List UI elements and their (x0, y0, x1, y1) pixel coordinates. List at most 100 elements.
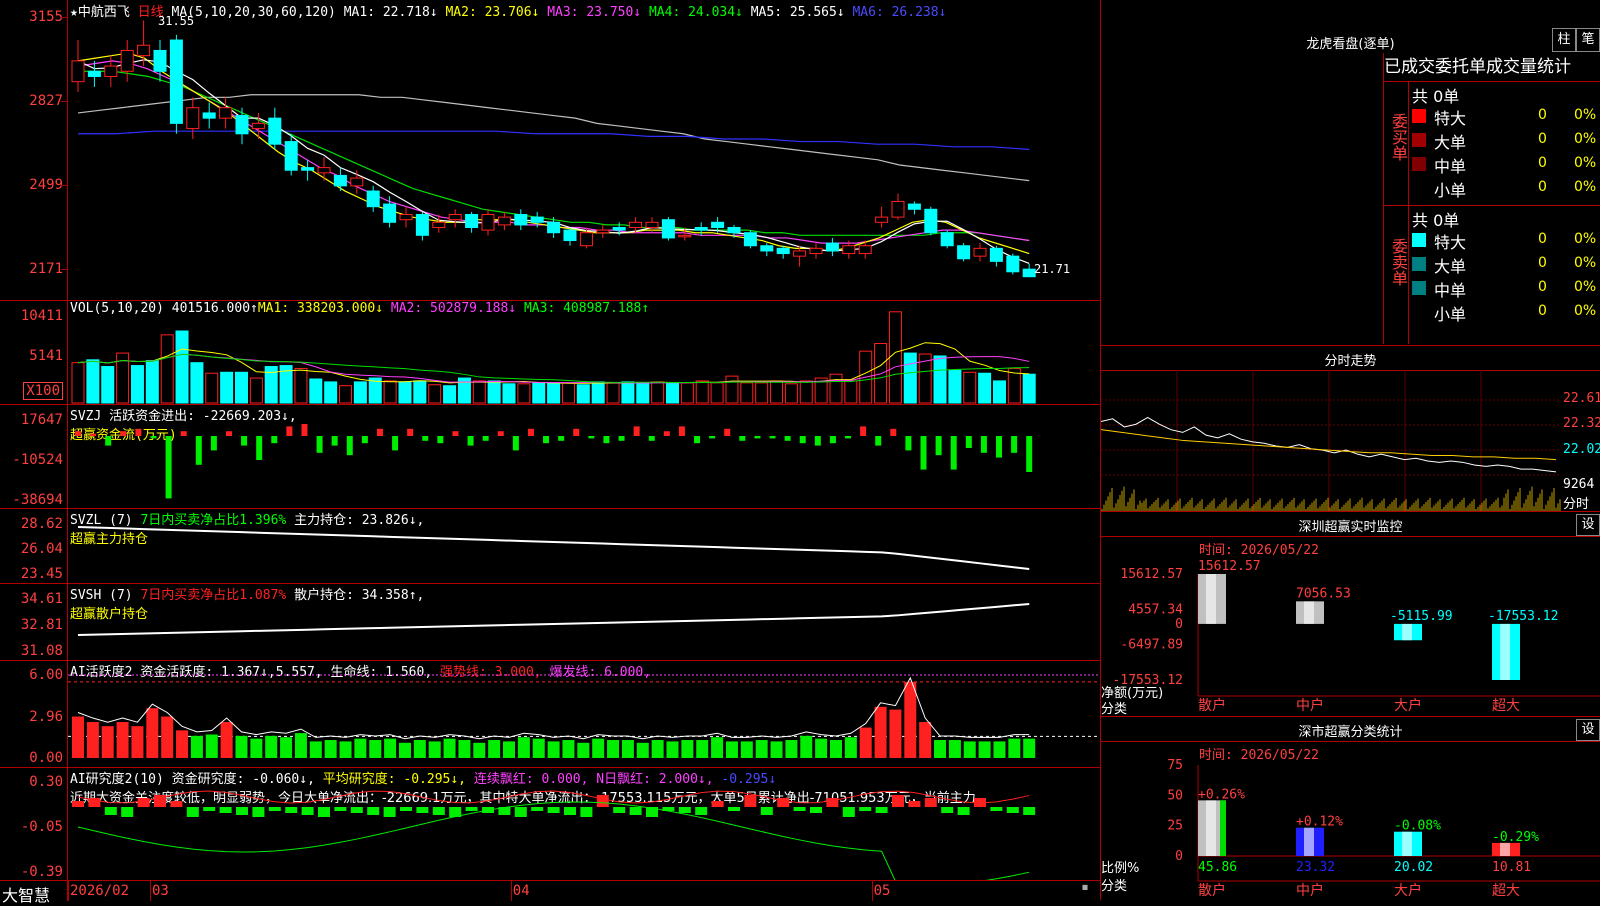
svzj-bar (573, 428, 580, 436)
row-pct: 0% (1574, 107, 1597, 123)
svzl-chart[interactable] (68, 508, 1100, 583)
research-bar (564, 807, 576, 815)
class-ytick: 75 (1167, 758, 1183, 773)
active-bar (889, 709, 902, 758)
volume-bar (576, 384, 590, 404)
volume-chart[interactable] (68, 300, 1100, 404)
active-bar (384, 738, 397, 758)
volume-panel[interactable]: 10411 5141 X100 VOL(5,10,20) 401516.000↑… (0, 300, 1100, 405)
row-pct: 0% (1574, 131, 1597, 147)
intraday-panel[interactable]: 分时走势 22.61 22.32 22.02 9264 分时 (1101, 345, 1600, 512)
candle-body (448, 213, 462, 221)
svzj-bar (633, 426, 640, 436)
price-chart[interactable] (68, 0, 1100, 300)
ma-line-magenta (77, 60, 1030, 244)
svzl-panel[interactable]: 28.62 26.04 23.45 SVZL (7) 7日内买卖净占比1.396… (0, 508, 1100, 584)
candle-body (629, 221, 643, 229)
svzj-bar (497, 431, 504, 436)
candle-body (563, 229, 577, 242)
research-bar (892, 795, 904, 807)
row-pct: 0% (1574, 279, 1597, 295)
research-bar (137, 798, 150, 807)
class-ytick: 0 (1175, 849, 1183, 864)
svzj-bar (512, 436, 519, 451)
candle-body (71, 60, 85, 83)
sz-monitor-panel[interactable]: 深圳超赢实时监控 设 时间: 2026/05/22 15612.57 4557.3… (1101, 511, 1600, 717)
research-line-red (77, 790, 1030, 804)
active-bar (532, 738, 545, 758)
candle-body (793, 250, 807, 257)
sz-class-settings-button[interactable]: 设 (1576, 719, 1600, 741)
candle-body (727, 227, 741, 234)
active-bar (131, 726, 144, 758)
svzj-chart[interactable] (68, 404, 1100, 508)
svzj-panel[interactable]: 17647 -10524 -38694 SVZJ 活跃资金进出: -22669.… (0, 404, 1100, 509)
row-pct: 0% (1574, 255, 1597, 271)
volume-bar (606, 382, 620, 404)
svsh-chart[interactable] (68, 583, 1100, 660)
svzj-bar (437, 436, 444, 444)
class-change-label: +0.12% (1296, 815, 1343, 830)
research-bar (580, 807, 593, 817)
active-bar (636, 742, 649, 758)
sz-class-chart[interactable]: 75 50 25 0 +0.26% 45.86 散户 +0.12% 23.32 中户 -0.08% 2… (1101, 741, 1600, 901)
sz-monitor-settings-button[interactable]: 设 (1576, 514, 1600, 536)
candle-body (547, 221, 561, 234)
monitor-bar-highlight (1206, 574, 1216, 624)
ai-active-panel[interactable]: 6.00 2.96 0.00 AI活跃度2 资金活跃度: 1.367↓,5.55… (0, 660, 1100, 768)
ai-research-chart[interactable] (68, 767, 1100, 880)
active-bar (621, 740, 634, 758)
bar-mode-button[interactable]: 柱 (1552, 28, 1576, 52)
svzj-bar (935, 436, 942, 456)
svzj-bar (467, 436, 474, 446)
research-bar (121, 807, 134, 817)
low-price-label: 21.71 (1034, 262, 1071, 276)
volume-bar (86, 359, 100, 404)
intraday-ytick: 22.32 (1563, 416, 1600, 431)
class-ytick: 25 (1167, 819, 1183, 834)
row-label: 大单 (1434, 257, 1467, 276)
monitor-category-label: 超大 (1492, 698, 1520, 714)
active-bar (369, 740, 382, 758)
svzj-y-axis: 17647 -10524 -38694 (0, 404, 68, 508)
price-panel[interactable]: 3155 2827 2499 2171 ★中航西飞 日线 MA(5,10,20,… (0, 0, 1100, 301)
svzj-bar (799, 436, 806, 444)
ma-line-blue (78, 130, 1030, 150)
monitor-value-label: -17553.12 (1488, 609, 1558, 624)
sz-class-panel[interactable]: 深市超赢分类统计 设 时间: 2026/05/22 75 50 25 0 +0.26% 4… (1101, 716, 1600, 901)
svzj-bar (1026, 436, 1033, 472)
tick-mode-button[interactable]: 笔 (1576, 28, 1600, 52)
research-bar (252, 807, 265, 817)
active-bar (339, 741, 352, 758)
x-axis-label: 2026/02 (70, 883, 130, 899)
ai-active-chart[interactable] (68, 660, 1100, 767)
lock-icon[interactable]: ◼ (1082, 882, 1088, 893)
candle-body (891, 200, 905, 218)
intraday-chart[interactable] (1101, 370, 1600, 512)
candle-body (809, 247, 823, 255)
research-bar (859, 807, 872, 811)
candle-body (251, 122, 265, 130)
active-bar (161, 716, 174, 758)
research-bar (941, 807, 954, 813)
research-bar (613, 807, 626, 813)
active-bar (651, 740, 664, 758)
active-bar (740, 741, 753, 758)
monitor-value-label: -5115.99 (1390, 609, 1453, 624)
active-bar (696, 740, 709, 758)
row-pct: 0% (1574, 179, 1597, 195)
row-pct: 0% (1574, 155, 1597, 171)
svsh-panel[interactable]: 34.61 32.81 31.08 SVSH (7) 7日内买卖净占比1.087… (0, 583, 1100, 661)
sz-monitor-chart[interactable]: 15612.57 4557.340 -6497.89 -17553.12 15612.5… (1101, 536, 1600, 717)
candle-body (596, 229, 610, 234)
svzj-bar (890, 428, 897, 436)
candle-body (284, 141, 298, 171)
svzj-bar (603, 436, 610, 444)
svzj-bar (407, 428, 414, 436)
active-bar (116, 722, 129, 758)
ai-research-panel[interactable]: 0.30 -0.05 -0.39 AI研究度2(10) 资金研究度: -0.06… (0, 767, 1100, 880)
active-bar (205, 734, 218, 758)
legend-swatch (1412, 109, 1426, 123)
active-bar (443, 738, 456, 758)
svzj-bar (316, 436, 323, 453)
